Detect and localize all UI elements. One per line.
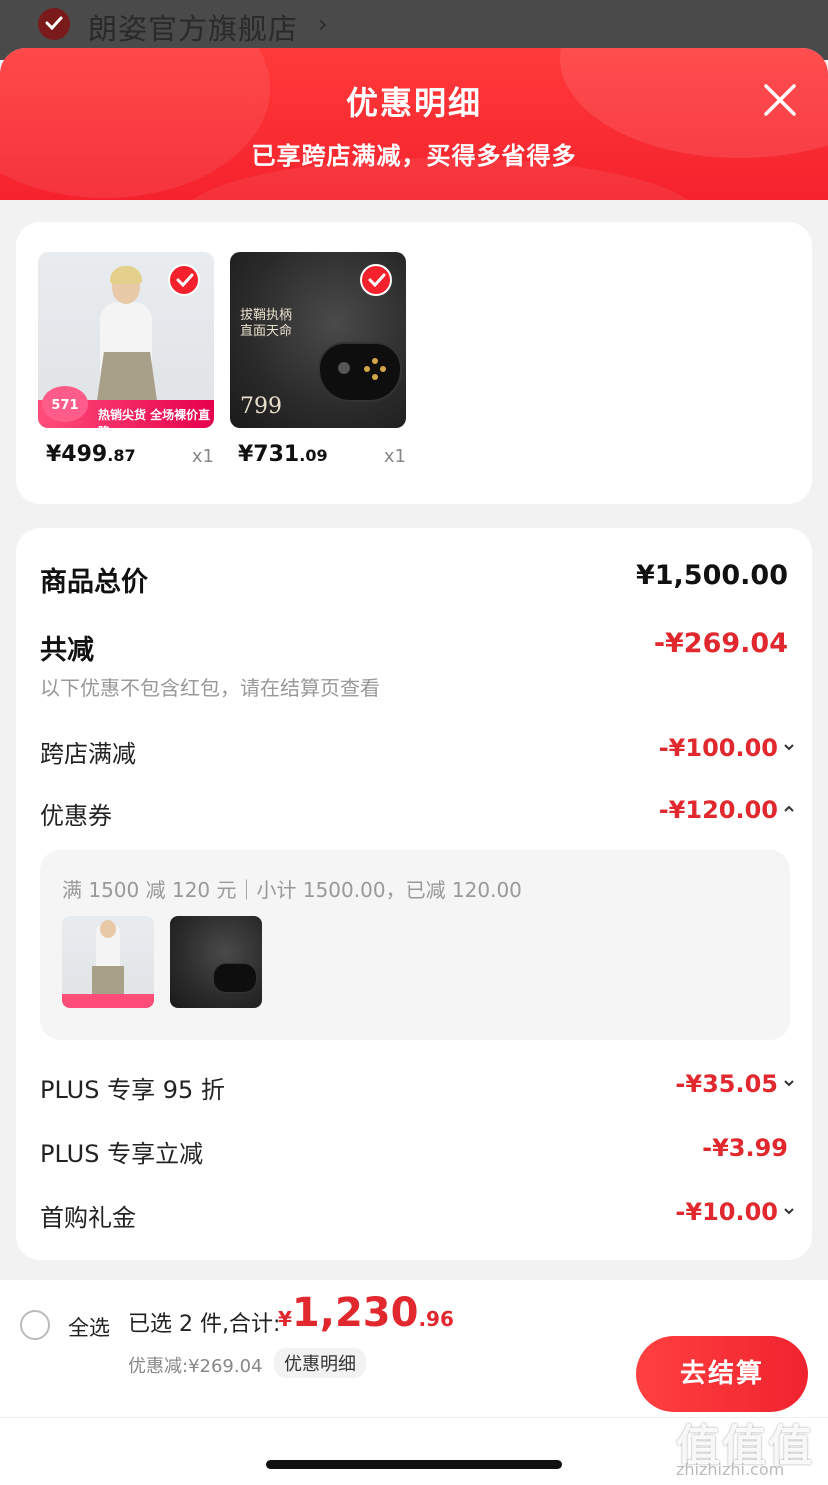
discount-label: 优惠券 (40, 802, 112, 830)
promo-badge: 571 (42, 386, 88, 422)
sheet-subtitle: 已享跨店满减，买得多省得多 (251, 142, 577, 170)
promo-band (62, 994, 154, 1008)
product-quantity: x1 (191, 446, 214, 467)
product-item[interactable]: 拔鞘执柄 直面天命 799 ¥731.09 x1 (230, 252, 406, 467)
coupon-detail-text: 满 1500 减 120 元｜小计 1500.00，已减 120.00 (62, 878, 522, 902)
discount-value: -¥100.00 (658, 734, 778, 762)
product-thumbnail (62, 916, 154, 1008)
price-decimal: .09 (299, 446, 328, 465)
chevron-up-icon[interactable] (782, 802, 796, 816)
sheet-title: 优惠明细 (345, 84, 482, 122)
controller-button (372, 358, 378, 364)
product-image[interactable]: 拔鞘执柄 直面天命 799 (230, 252, 406, 428)
discount-value: -¥3.99 (702, 1134, 788, 1162)
discount-details-card: 商品总价 ¥1,500.00 共减 -¥269.04 以下优惠不包含红包，请在结… (16, 528, 812, 1260)
controller-stick (338, 362, 350, 374)
total-amount: ¥1,230.96 (278, 1290, 454, 1336)
ad-price: 799 (240, 394, 282, 419)
sheet-header: 优惠明细 已享跨店满减，买得多省得多 (0, 48, 828, 200)
total-price-value: ¥1,500.00 (635, 560, 788, 591)
discount-label: PLUS 专享 95 折 (40, 1076, 225, 1104)
total-reduce-value: -¥269.04 (653, 628, 788, 659)
coupon-detail-box: 满 1500 减 120 元｜小计 1500.00，已减 120.00 (40, 850, 790, 1040)
total-price-label: 商品总价 (40, 567, 148, 598)
checkout-bar: 全选 已选 2 件,合计: ¥1,230.96 优惠减:¥269.04 优惠明细… (0, 1280, 828, 1485)
checked-icon[interactable] (360, 264, 392, 296)
controller-button (364, 366, 370, 372)
price-main: ¥499 (46, 442, 108, 467)
controller-button (380, 366, 386, 372)
checked-icon[interactable] (168, 264, 200, 296)
model-figure (110, 266, 142, 284)
product-image[interactable]: 热销尖货 全场裸价直降 571 (38, 252, 214, 428)
home-indicator[interactable] (266, 1460, 562, 1469)
discount-value: -¥35.05 (675, 1070, 778, 1098)
discount-detail-sheet: 优惠明细 已享跨店满减，买得多省得多 热销尖货 全场裸价直降 571 ¥499.… (0, 48, 828, 1485)
chevron-right-icon[interactable]: › (318, 10, 328, 38)
model-figure (100, 920, 116, 938)
promo-text: 热销尖货 全场裸价直降 (98, 408, 211, 428)
ad-line: 拔鞘执柄 (240, 308, 293, 323)
select-all-radio[interactable] (20, 1310, 50, 1340)
reduce-note: 以下优惠不包含红包，请在结算页查看 (40, 676, 380, 700)
chevron-down-icon[interactable] (782, 1204, 796, 1218)
discount-detail-button[interactable]: 优惠明细 (274, 1348, 366, 1378)
controller-button (372, 374, 378, 380)
product-price: ¥499.87 (46, 442, 136, 467)
product-thumbnail (170, 916, 262, 1008)
total-integer: 1,230 (291, 1290, 419, 1336)
ad-text: 拔鞘执柄 直面天命 (240, 308, 292, 340)
checkout-button[interactable]: 去结算 (636, 1336, 808, 1412)
product-item[interactable]: 热销尖货 全场裸价直降 571 ¥499.87 x1 (38, 252, 214, 467)
chevron-down-icon[interactable] (782, 740, 796, 754)
controller-image (320, 344, 400, 400)
close-icon[interactable] (760, 80, 800, 120)
product-quantity: x1 (383, 446, 406, 467)
store-name[interactable]: 朗姿官方旗舰店 (88, 6, 298, 48)
total-decimal: .96 (418, 1307, 454, 1331)
product-card: 热销尖货 全场裸价直降 571 ¥499.87 x1 拔鞘执柄直面天命 7 (16, 222, 812, 504)
price-main: ¥731 (238, 442, 300, 467)
watermark-url: zhizhizhi.com (676, 1460, 785, 1479)
controller-image (214, 964, 256, 992)
chevron-down-icon[interactable] (782, 1076, 796, 1090)
discount-label: 跨店满减 (40, 740, 136, 768)
product-price: ¥731.09 (238, 442, 328, 467)
discount-value: -¥10.00 (675, 1198, 778, 1226)
discount-summary: 优惠减:¥269.04 (128, 1356, 263, 1377)
price-decimal: .87 (107, 446, 136, 465)
discount-label: 首购礼金 (40, 1204, 136, 1232)
selected-summary-label: 已选 2 件,合计: (128, 1312, 281, 1337)
store-check-icon[interactable] (38, 8, 70, 40)
total-reduce-label: 共减 (40, 635, 94, 666)
ad-line: 直面天命 (240, 324, 293, 339)
discount-label: PLUS 专享立减 (40, 1140, 204, 1168)
currency-symbol: ¥ (278, 1307, 292, 1331)
select-all-label[interactable]: 全选 (68, 1312, 110, 1342)
discount-value: -¥120.00 (658, 796, 778, 824)
